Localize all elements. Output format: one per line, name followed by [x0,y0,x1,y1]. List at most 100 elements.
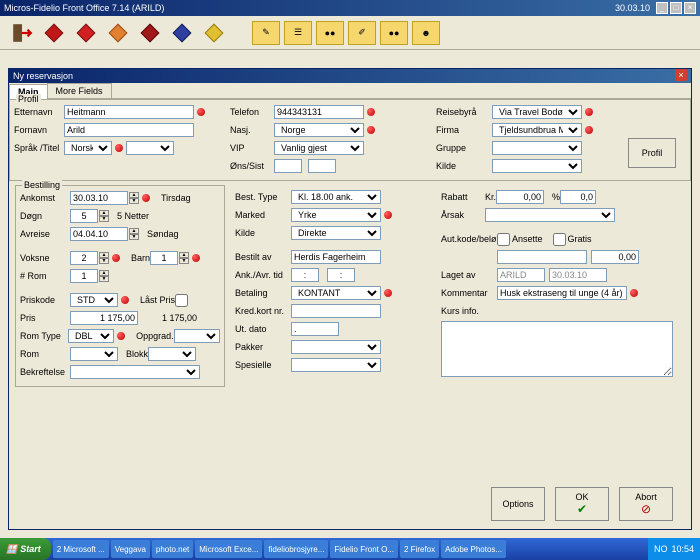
spin-down[interactable]: ▼ [99,276,109,282]
minimize-button[interactable]: _ [656,2,668,14]
app-close-button[interactable]: × [684,2,696,14]
arsak-select[interactable] [485,208,615,222]
tool-note-icon[interactable]: ✎ [252,21,280,45]
reisebyra-select[interactable]: Via Travel Bodø [492,105,582,119]
spin-down[interactable]: ▼ [99,258,109,264]
betaling-select[interactable]: KONTANT [291,286,381,300]
abort-button[interactable]: Abort⊘ [619,487,673,521]
tool-list-icon[interactable]: ☰ [284,21,312,45]
barn-field[interactable] [150,251,178,265]
fornavn-field[interactable] [64,123,194,137]
pakker-select[interactable] [291,340,381,354]
options-button[interactable]: Options [491,487,545,521]
taskbar-item[interactable]: Adobe Photos... [441,540,506,558]
abort-icon: ⊘ [641,502,651,516]
taskbar-item[interactable]: 2 Microsoft ... [53,540,109,558]
lastpris-checkbox[interactable] [175,294,188,307]
diamond-darkred-icon[interactable] [136,19,164,47]
taskbar-item[interactable]: Microsoft Exce... [195,540,262,558]
besttype-select[interactable]: Kl. 18.00 ank. [291,190,381,204]
tool-coins-icon[interactable]: ●● [316,21,344,45]
dogn-field[interactable] [70,209,98,223]
romcount-field[interactable] [70,269,98,283]
kurs-label: Kurs info. [441,306,497,316]
diamond-blue-icon[interactable] [168,19,196,47]
dialog-close-button[interactable]: × [675,69,687,81]
sprak-select[interactable]: Norsk [64,141,112,155]
ons-field[interactable] [274,159,302,173]
exit-icon[interactable] [8,19,36,47]
firma-select[interactable]: Tjeldsundbrua Maritim [492,123,582,137]
autkode-field[interactable] [497,250,587,264]
ansette-checkbox[interactable] [497,233,510,246]
tool-edit-icon[interactable]: ✐ [348,21,376,45]
kilde2-select[interactable]: Direkte [291,226,381,240]
spesielle-select[interactable] [291,358,381,372]
profil-button[interactable]: Profil [628,138,676,168]
spin-down[interactable]: ▼ [179,258,189,264]
telefon-field[interactable] [274,105,364,119]
tool-coins2-icon[interactable]: ●● [380,21,408,45]
kommentar-field[interactable] [497,286,627,300]
avr-field[interactable] [327,268,355,282]
taskbar-item[interactable]: Veggava [111,540,150,558]
system-tray[interactable]: NO 10:54 [648,538,700,560]
romtype-select[interactable]: DBL [68,329,114,343]
rabatt-kr-field[interactable] [496,190,544,204]
taskbar-item[interactable]: fideliobrosjyre... [264,540,328,558]
oppgrad-select[interactable] [174,329,220,343]
rabatt-pct-field[interactable] [560,190,596,204]
titel-select[interactable] [126,141,174,155]
bestilt-field[interactable] [291,250,381,264]
laget-date-field [549,268,607,282]
diamond-orange-icon[interactable] [104,19,132,47]
gratis-checkbox[interactable] [553,233,566,246]
avreise-field[interactable] [70,227,128,241]
fornavn-label: Fornavn [14,125,64,135]
kurs-textarea[interactable] [441,321,673,377]
utdato-field[interactable] [291,322,339,336]
spin-down[interactable]: ▼ [129,198,139,204]
marked-select[interactable]: Yrke [291,208,381,222]
ankomst-field[interactable] [70,191,128,205]
spin-down[interactable]: ▼ [99,216,109,222]
profil-legend: Profil [16,94,41,104]
start-button[interactable]: 🪟 Start [0,538,51,560]
kilde-select[interactable] [492,159,582,173]
voksne-field[interactable] [70,251,98,265]
gruppe-select[interactable] [492,141,582,155]
kredkort-field[interactable] [291,304,381,318]
sist-field[interactable] [308,159,336,173]
vip-select[interactable]: Vanlig gjest [274,141,364,155]
tool-mask-icon[interactable]: ☻ [412,21,440,45]
diamond-red2-icon[interactable] [72,19,100,47]
ankomst-label: Ankomst [20,193,70,203]
arsak-label: Årsak [441,210,485,220]
nasj-label: Nasj. [230,125,274,135]
vip-label: VIP [230,143,274,153]
taskbar-item[interactable]: photo.net [152,540,193,558]
nasj-select[interactable]: Norge [274,123,364,137]
reisebyra-label: Reisebyrå [436,107,492,117]
bekreft-select[interactable] [70,365,200,379]
required-dot [117,332,125,340]
kilde2-label: Kilde [235,228,291,238]
diamond-yellow-icon[interactable] [200,19,228,47]
belop-field[interactable] [591,250,639,264]
kr-label: Kr. [485,192,496,202]
taskbar-item[interactable]: 2 Firefox [400,540,439,558]
blokk-select[interactable] [148,347,196,361]
ok-button[interactable]: OK✔ [555,487,609,521]
etternavn-field[interactable] [64,105,194,119]
maximize-button[interactable]: □ [670,2,682,14]
tab-more-fields[interactable]: More Fields [47,83,112,98]
profil-fieldset: Profil Etternavn Fornavn Språk /TitelNor… [9,99,691,181]
spin-down[interactable]: ▼ [129,234,139,240]
priskode-select[interactable]: STD [70,293,118,307]
gruppe-label: Gruppe [436,143,492,153]
diamond-red-icon[interactable] [40,19,68,47]
pris-field[interactable] [70,311,138,325]
rom-select[interactable] [70,347,118,361]
ank-field[interactable] [291,268,319,282]
taskbar-item[interactable]: Fidelio Front O... [330,540,398,558]
